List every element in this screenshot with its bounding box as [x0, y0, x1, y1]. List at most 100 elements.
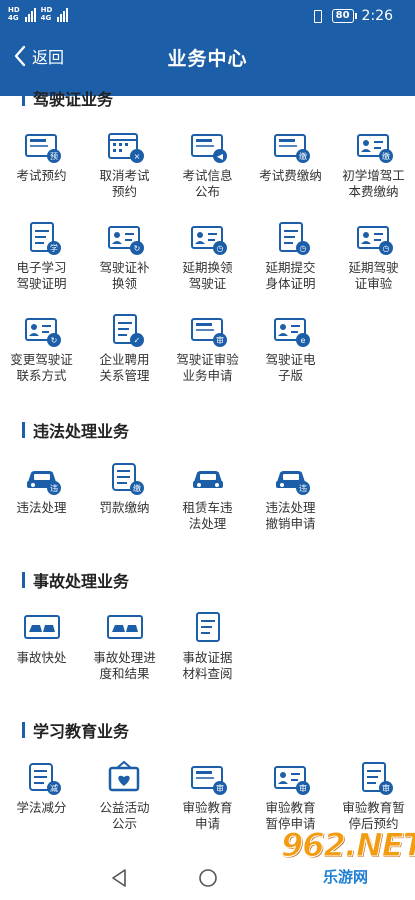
service-grid: 事故快处 事故处理进 度和结果 事故证据 材料查阅: [0, 610, 415, 702]
service-tile[interactable]: ◀ 考试信息 公布: [166, 128, 249, 220]
sim2-network-label: 4G: [40, 14, 52, 22]
service-tile-label: 违法处理: [16, 500, 67, 515]
svg-text:违: 违: [299, 484, 307, 493]
clock-doc-icon: 审: [361, 762, 393, 795]
section-header: 违法处理业务: [22, 420, 129, 441]
svg-text:×: ×: [133, 152, 140, 161]
service-tile-label: 公益活动 公示: [99, 800, 150, 831]
pause-card-icon: 审: [273, 766, 310, 795]
service-tile[interactable]: e 驾驶证电 子版: [249, 312, 332, 404]
section-header: 学习教育业务: [22, 720, 130, 741]
service-tile[interactable]: 学电子学习 驾驶证明: [0, 220, 83, 312]
service-tile[interactable]: 公益活动 公示: [83, 760, 166, 852]
service-tile[interactable]: 事故处理进 度和结果: [83, 610, 166, 702]
svg-text:缴: 缴: [133, 483, 141, 493]
battery-indicator: 80: [331, 9, 357, 23]
service-tile[interactable]: × 取消考试 预约: [83, 128, 166, 220]
service-tile[interactable]: 缴初学增驾工 本费缴纳: [332, 128, 415, 220]
service-tile[interactable]: 审审验教育 申请: [166, 760, 249, 852]
svg-text:◷: ◷: [216, 244, 223, 253]
card-speaker-icon: ◀: [190, 134, 227, 163]
service-tile[interactable]: 预考试预约: [0, 128, 83, 220]
service-tile-label: 考试信息 公布: [182, 168, 233, 199]
svg-text:◀: ◀: [216, 152, 223, 161]
service-tile[interactable]: 违违法处理 撤销申请: [249, 460, 332, 552]
service-tile[interactable]: 缴罚款缴纳: [83, 460, 166, 552]
service-tile[interactable]: ◷ 延期换领 驾驶证: [166, 220, 249, 312]
svg-text:审: 审: [382, 783, 390, 793]
signal-bars-icon: [24, 8, 36, 22]
service-tile[interactable]: ◷ 延期提交 身体证明: [249, 220, 332, 312]
service-tile-label: 事故快处: [16, 650, 67, 665]
crash-search-icon: [106, 615, 143, 639]
service-tile[interactable]: 违违法处理: [0, 460, 83, 552]
watermark-brand: 962.NET: [280, 826, 415, 865]
id-card-icon: 缴: [356, 134, 393, 163]
chevron-left-icon: [14, 45, 26, 67]
service-tile[interactable]: 审驾驶证审验 业务申请: [166, 312, 249, 404]
svg-text:缴: 缴: [382, 151, 390, 161]
section-header: 驾驶证业务: [22, 88, 114, 109]
service-tile[interactable]: ✓ 企业聘用 关系管理: [83, 312, 166, 404]
car-undo-icon: 违: [275, 471, 310, 495]
status-right: 80 2:26: [310, 8, 393, 24]
service-tile-label: 驾驶证电 子版: [265, 352, 316, 383]
document-chart-icon: ◷: [278, 222, 310, 255]
back-button[interactable]: 返回: [12, 44, 64, 68]
nav-home-circle-icon[interactable]: [198, 868, 218, 888]
navigation-bar: 返回 业务中心: [0, 38, 415, 78]
service-tile[interactable]: ↻ 驾驶证补 换领: [83, 220, 166, 312]
service-tile-label: 事故处理进 度和结果: [93, 650, 156, 681]
car-icon: 违: [26, 471, 61, 495]
card-review-icon: 审: [190, 318, 227, 347]
service-tile[interactable]: ◷ 延期驾驶 证审验: [332, 220, 415, 312]
svg-text:↻: ↻: [133, 244, 140, 253]
service-tile[interactable]: 事故证据 材料查阅: [166, 610, 249, 702]
svg-text:◷: ◷: [382, 244, 389, 253]
svg-text:缴: 缴: [299, 151, 307, 161]
service-tile[interactable]: ↻ 变更驾驶证 联系方式: [0, 312, 83, 404]
service-grid: 违违法处理缴罚款缴纳 租赁车违 法处理违违法处理 撤销申请: [0, 460, 415, 552]
section-accent-bar: [22, 90, 25, 106]
back-label: 返回: [32, 48, 65, 67]
calendar-cancel-icon: ×: [107, 133, 144, 163]
service-tile-label: 初学增驾工 本费缴纳: [342, 168, 405, 199]
svg-text:◷: ◷: [299, 244, 306, 253]
svg-text:e: e: [300, 336, 305, 345]
id-card-clock-icon: ◷: [356, 226, 393, 255]
enterprise-doc-icon: ✓: [112, 314, 144, 347]
service-tile-label: 驾驶证审验 业务申请: [176, 352, 239, 383]
svg-text:✓: ✓: [133, 336, 140, 345]
section-title: 驾驶证业务: [33, 90, 114, 109]
service-tile[interactable]: 减学法减分: [0, 760, 83, 852]
section-accent-bar: [22, 722, 25, 738]
signal-bars-icon: [57, 8, 69, 22]
status-left: HD 4G HD 4G: [8, 6, 69, 22]
top-bar: HD 4G HD 4G 80 2:26 返回 业务中心: [0, 0, 415, 96]
service-tile-label: 学法减分: [16, 800, 67, 815]
section-header: 事故处理业务: [22, 570, 129, 591]
svg-text:审: 审: [299, 783, 307, 793]
service-tile[interactable]: 事故快处: [0, 610, 83, 702]
svg-text:学: 学: [50, 243, 58, 253]
svg-text:审: 审: [216, 783, 224, 793]
svg-text:↻: ↻: [50, 336, 57, 345]
service-tile[interactable]: 缴考试费缴纳: [249, 128, 332, 220]
section-accent-bar: [22, 422, 25, 438]
car-crash-icon: [23, 615, 60, 639]
service-tile[interactable]: 租赁车违 法处理: [166, 460, 249, 552]
doc-search-icon: [195, 612, 220, 642]
service-tile-label: 考试预约: [16, 168, 67, 183]
section-accent-bar: [22, 572, 25, 588]
sim1-network-label: 4G: [8, 14, 19, 22]
service-tile-label: 变更驾驶证 联系方式: [10, 352, 73, 383]
section-title: 学习教育业务: [33, 722, 130, 741]
vibrate-icon: [310, 9, 324, 23]
service-grid: 预考试预约 × 取消考试 预约 ◀ 考试信息 公布缴考试费缴纳缴初学增驾工 本费缴纳学电…: [0, 128, 415, 404]
svg-text:审: 审: [216, 335, 224, 345]
service-tile-label: 违法处理 撤销申请: [265, 500, 316, 531]
clock: 2:26: [361, 8, 393, 24]
nav-back-triangle-icon[interactable]: [110, 868, 128, 888]
notebook-icon: 减: [28, 763, 61, 795]
sim1-indicator: HD 4G: [8, 6, 20, 22]
